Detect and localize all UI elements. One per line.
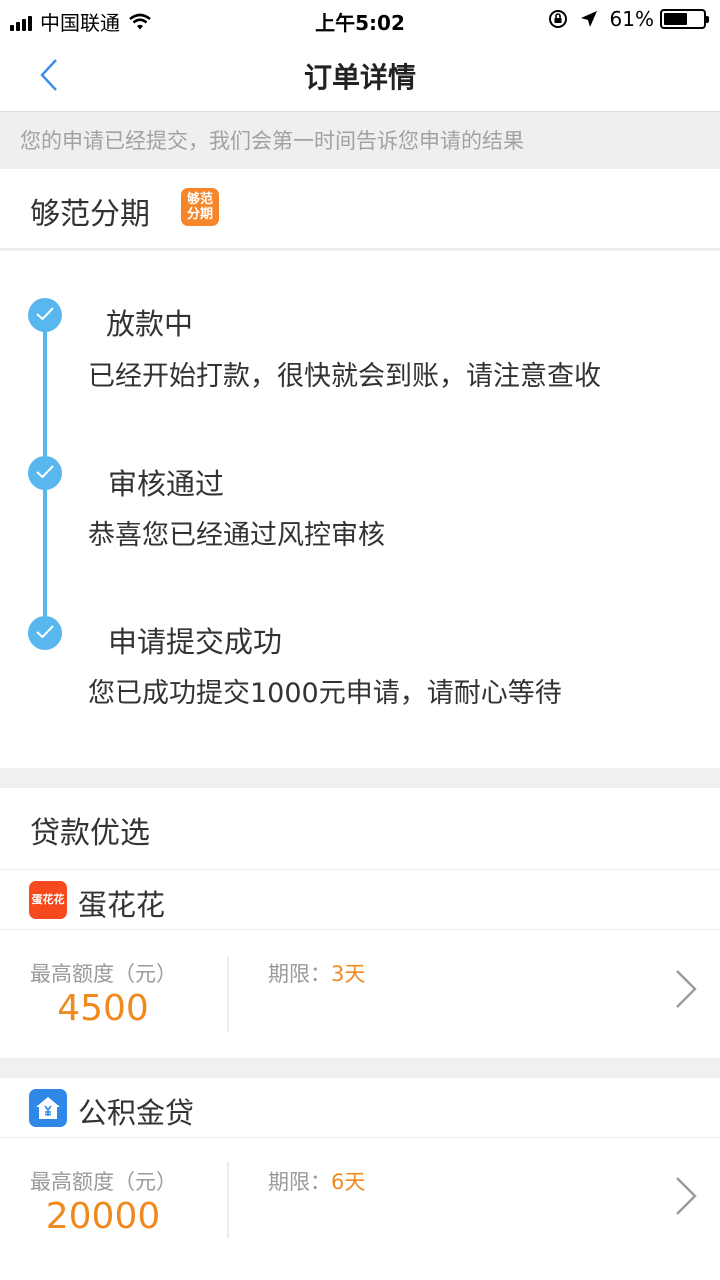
submit-notice: 您的申请已经提交，我们会第一时间告诉您申请的结果: [0, 113, 720, 169]
term-info: 期限：6天: [268, 1170, 366, 1194]
chevron-right-icon: [676, 970, 697, 1008]
timeline-step-desc: 您已成功提交1000元申请，请耐心等待: [88, 678, 562, 709]
chevron-right-icon: [676, 1177, 697, 1215]
check-icon: [28, 456, 62, 490]
divider: [227, 956, 229, 1032]
loan-recommend-header: 贷款优选: [0, 788, 720, 870]
check-icon: [28, 616, 62, 650]
page-title: 订单详情: [303, 61, 416, 94]
loan-card-header: 公积金贷: [0, 1078, 720, 1138]
nav-bar: 订单详情: [0, 38, 720, 112]
loan-logo: 蛋花花: [29, 881, 67, 919]
status-bar: 中国联通 上午5:02 61%: [0, 0, 720, 38]
provider-name: 够范分期: [30, 197, 150, 232]
divider: [227, 1162, 229, 1238]
loan-name: 蛋花花: [78, 888, 166, 922]
location-arrow-icon: [580, 11, 597, 27]
term-value: 6天: [331, 1170, 366, 1194]
term-value: 3天: [331, 962, 366, 986]
timeline-step-title: 申请提交成功: [108, 625, 283, 659]
status-timeline: 放款中 已经开始打款，很快就会到账，请注意查收 审核通过 恭喜您已经通过风控审核…: [0, 251, 720, 768]
house-icon: [29, 1089, 67, 1127]
check-icon: [28, 298, 62, 332]
section-title: 贷款优选: [30, 816, 150, 851]
provider-logo: 够范 分期: [181, 188, 219, 226]
timeline-step-desc: 已经开始打款，很快就会到账，请注意查收: [88, 361, 601, 392]
battery-percent: 61%: [609, 7, 654, 31]
rotation-lock-icon: [548, 10, 567, 28]
limit-amount: 20000: [45, 1196, 161, 1237]
loan-card[interactable]: 公积金贷 最高额度（元） 20000 期限：6天: [0, 1078, 720, 1280]
term-info: 期限：3天: [268, 962, 366, 986]
timeline-step-title: 放款中: [106, 307, 194, 341]
limit-label: 最高额度（元）: [30, 962, 177, 986]
timeline-step-title: 审核通过: [108, 467, 225, 501]
provider-header: 够范分期 够范 分期: [0, 169, 720, 249]
limit-amount: 4500: [57, 988, 149, 1029]
battery-icon: [660, 9, 709, 29]
loan-card-header: 蛋花花 蛋花花: [0, 870, 720, 930]
limit-label: 最高额度（元）: [30, 1170, 177, 1194]
timeline-step-desc: 恭喜您已经通过风控审核: [88, 520, 385, 551]
loan-card[interactable]: 蛋花花 蛋花花 最高额度（元） 4500 期限：3天: [0, 870, 720, 1058]
loan-name: 公积金贷: [78, 1096, 195, 1130]
